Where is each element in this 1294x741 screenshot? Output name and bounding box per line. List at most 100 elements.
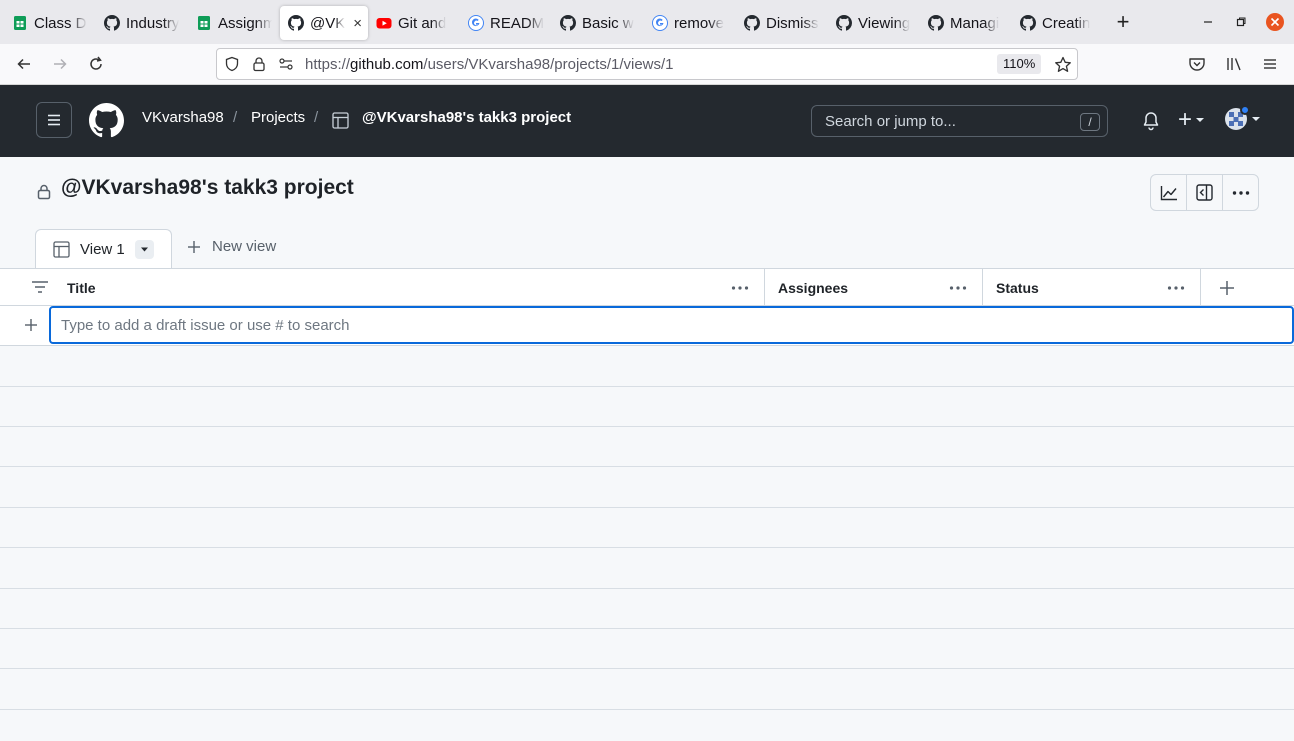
global-nav-menu-button[interactable]	[36, 102, 72, 138]
view-options-button[interactable]	[135, 240, 154, 259]
plus-icon	[188, 240, 200, 253]
browser-tab[interactable]: @VK ×	[280, 6, 368, 40]
browser-tab-label: Basic w	[582, 14, 634, 32]
add-item-row	[0, 306, 1294, 346]
column-divider[interactable]	[982, 269, 983, 306]
breadcrumb-separator: /	[233, 109, 238, 126]
browser-tab-label: remove	[674, 14, 725, 32]
add-field-icon[interactable]	[1218, 279, 1236, 302]
restore-icon[interactable]	[1225, 0, 1257, 44]
private-lock-icon	[36, 183, 52, 205]
breadcrumb-user[interactable]: VKvarsha98	[142, 109, 224, 126]
close-tab-icon[interactable]: ×	[353, 15, 362, 32]
view-tab-label: View 1	[80, 241, 125, 258]
new-view-label: New view	[212, 238, 277, 255]
breadcrumb-projects[interactable]: Projects	[251, 109, 305, 126]
breadcrumb-separator: /	[314, 109, 319, 126]
column-options-icon[interactable]	[728, 278, 752, 298]
app-menu-icon[interactable]	[1256, 50, 1284, 78]
browser-tab-label: Assignm	[218, 14, 272, 32]
browser-tab-label: Managi	[950, 14, 1000, 32]
tab-list: Class D Industry Assignm @VK × Git and READM Ba…	[0, 4, 1104, 40]
side-panel-button[interactable]	[1187, 175, 1223, 210]
url-prefix: https://	[305, 55, 351, 73]
browser-tab[interactable]: Creatin	[1012, 6, 1104, 40]
browser-tab[interactable]: Basic w	[552, 6, 644, 40]
table-header: Title Assignees Status	[0, 268, 1294, 306]
browser-tab[interactable]: Industry	[96, 6, 188, 40]
url-text: https://github.com/users/VKvarsha98/proj…	[305, 56, 674, 73]
table-icon	[53, 241, 70, 258]
shield-icon[interactable]	[224, 56, 240, 77]
google-icon	[652, 15, 668, 31]
browser-tab[interactable]: Assignm	[188, 6, 280, 40]
close-window-icon[interactable]	[1259, 0, 1291, 44]
forward-arrow-icon[interactable]	[46, 50, 74, 78]
caret-down-icon	[1252, 117, 1260, 121]
hamburger-icon	[48, 114, 60, 126]
github-logo-icon[interactable]	[89, 103, 124, 143]
github-icon	[560, 15, 576, 31]
library-icon[interactable]	[1220, 50, 1248, 78]
column-options-icon[interactable]	[946, 278, 970, 298]
table-icon	[332, 112, 349, 134]
row-divider	[0, 668, 1294, 669]
new-tab-button[interactable]: +	[1108, 7, 1138, 37]
insights-button[interactable]	[1151, 175, 1187, 210]
github-header: VKvarsha98 / Projects / @VKvarsha98's ta…	[0, 85, 1294, 157]
create-new-button[interactable]: +	[1178, 108, 1205, 132]
row-divider	[0, 547, 1294, 548]
triangle-down-icon	[141, 247, 148, 252]
browser-tab[interactable]: remove	[644, 6, 736, 40]
search-input[interactable]: Search or jump to... /	[811, 105, 1108, 137]
browser-tab-label: @VK	[310, 14, 346, 32]
add-item-icon[interactable]	[23, 317, 39, 338]
filter-icon[interactable]	[31, 279, 49, 300]
row-divider	[0, 628, 1294, 629]
new-view-button[interactable]: New view	[186, 238, 276, 255]
minimize-icon[interactable]	[1192, 0, 1224, 44]
browser-tab[interactable]: Class D	[4, 6, 96, 40]
project-title: @VKvarsha98's takk3 project	[61, 176, 354, 199]
permissions-icon[interactable]	[278, 56, 294, 77]
search-placeholder: Search or jump to...	[825, 112, 956, 130]
avatar-menu-button[interactable]	[1224, 105, 1261, 131]
url-bar[interactable]: https://github.com/users/VKvarsha98/proj…	[216, 48, 1078, 80]
graph-icon	[1160, 185, 1177, 200]
row-divider	[0, 466, 1294, 467]
back-arrow-icon[interactable]	[10, 50, 38, 78]
github-icon	[104, 15, 120, 31]
reload-icon[interactable]	[82, 50, 110, 78]
column-header-assignees[interactable]: Assignees	[778, 269, 848, 306]
view-tab-1[interactable]: View 1	[35, 229, 172, 269]
sidebar-expand-icon	[1196, 184, 1213, 201]
more-options-button[interactable]	[1223, 175, 1258, 210]
browser-tab-label: Viewing	[858, 14, 911, 32]
sheets-icon	[12, 15, 28, 31]
row-divider	[0, 386, 1294, 387]
browser-tab[interactable]: Dismiss	[736, 6, 828, 40]
github-icon	[288, 15, 304, 31]
breadcrumb-project[interactable]: @VKvarsha98's takk3 project	[362, 109, 571, 126]
column-header-status[interactable]: Status	[996, 269, 1039, 306]
column-options-icon[interactable]	[1164, 278, 1188, 298]
row-divider	[0, 709, 1294, 710]
github-icon	[836, 15, 852, 31]
browser-tab-label: Dismiss	[766, 14, 819, 32]
browser-tab[interactable]: Managi	[920, 6, 1012, 40]
browser-tab-label: Creatin	[1042, 14, 1091, 32]
bookmark-star-icon[interactable]	[1054, 56, 1072, 79]
lock-icon[interactable]	[251, 56, 267, 77]
browser-tab[interactable]: READM	[460, 6, 552, 40]
bell-icon[interactable]	[1142, 111, 1160, 136]
column-divider[interactable]	[1200, 269, 1201, 306]
draft-issue-input[interactable]	[49, 306, 1294, 344]
kebab-horizontal-icon	[1232, 190, 1249, 195]
browser-tab[interactable]: Git and	[368, 6, 460, 40]
google-icon	[468, 15, 484, 31]
pocket-icon[interactable]	[1183, 50, 1211, 78]
column-header-title[interactable]: Title	[67, 269, 96, 306]
column-divider[interactable]	[764, 269, 765, 306]
zoom-level[interactable]: 110%	[997, 54, 1042, 74]
browser-tab[interactable]: Viewing	[828, 6, 920, 40]
